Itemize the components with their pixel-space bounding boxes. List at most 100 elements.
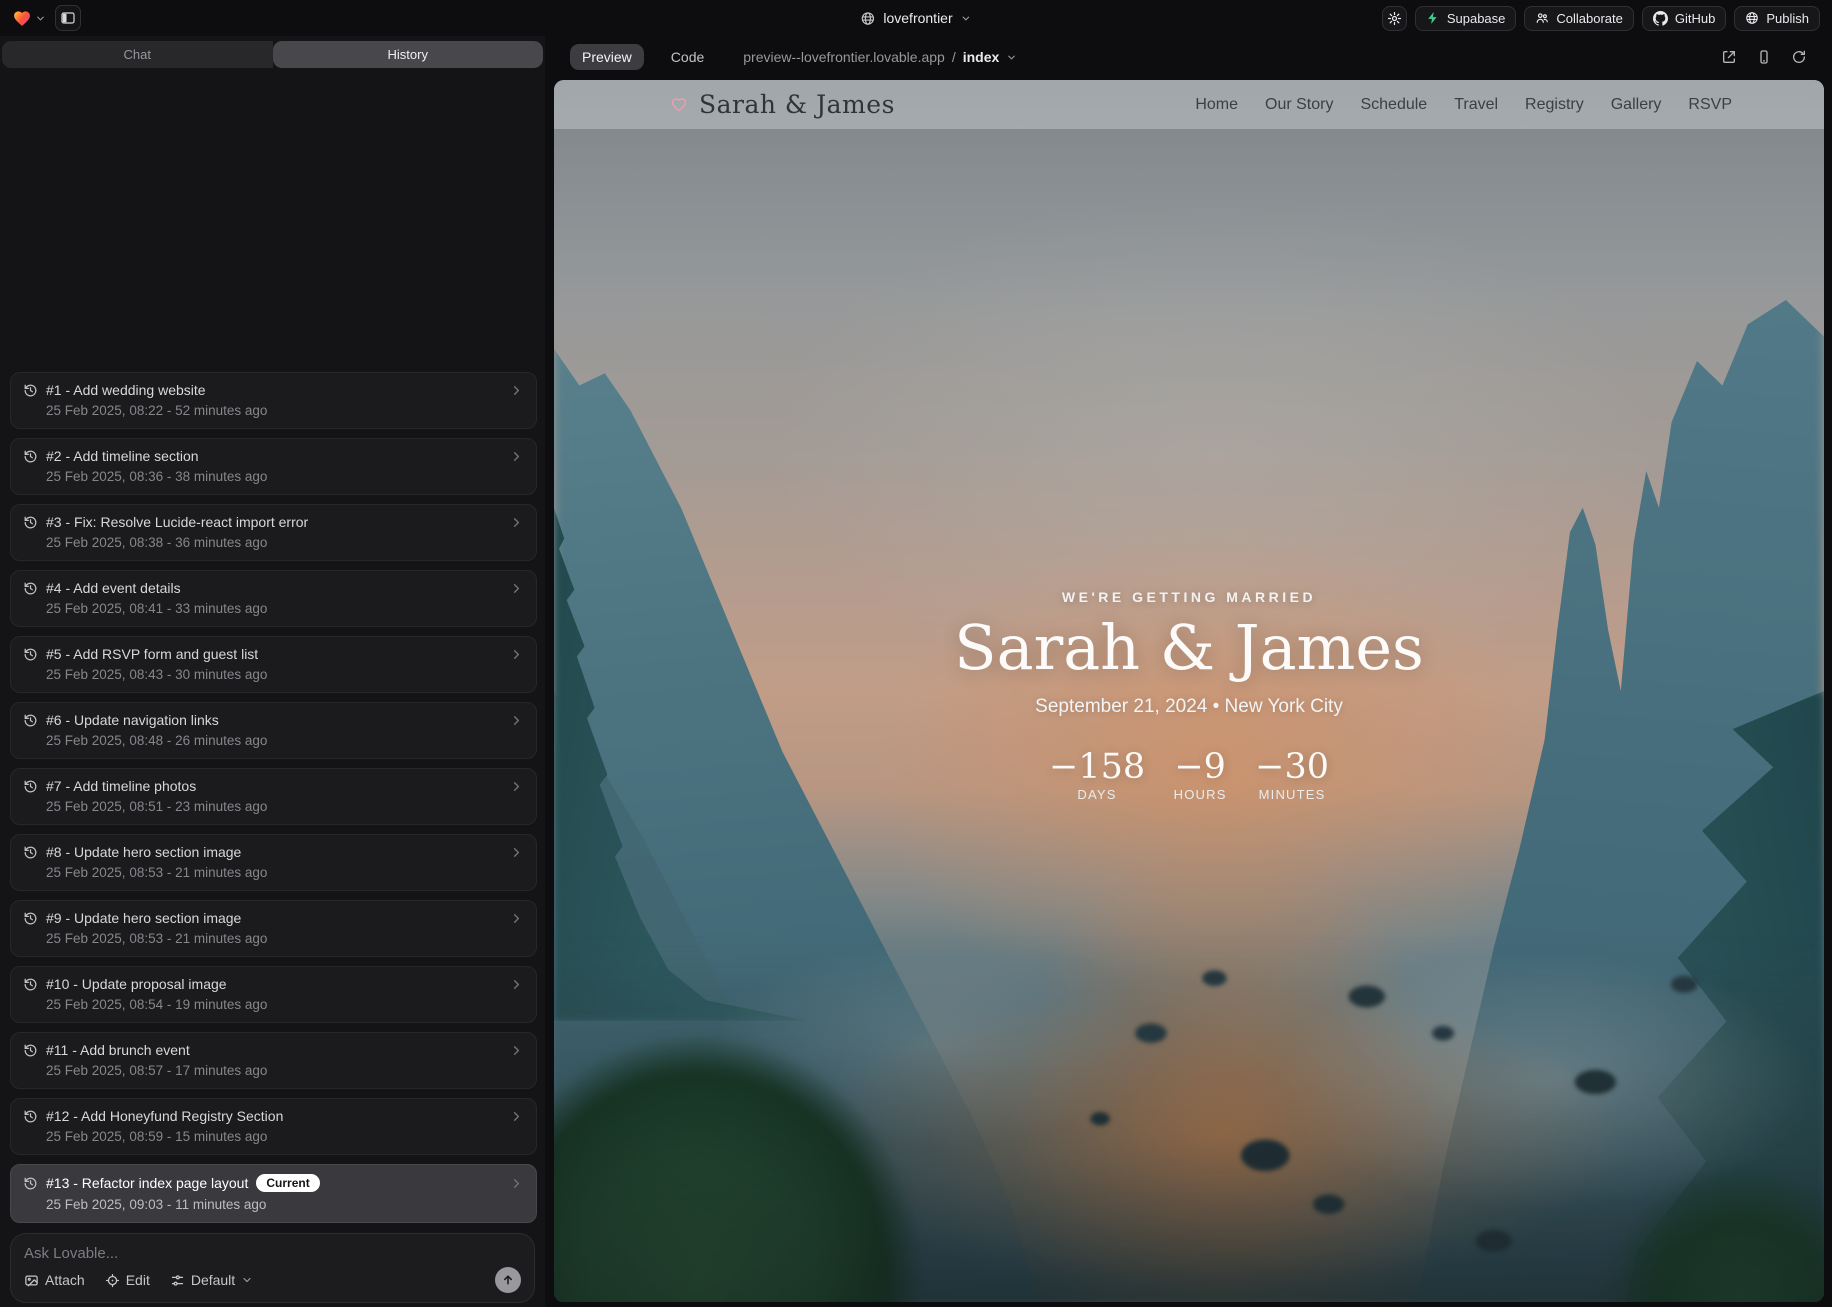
history-item-title: #7 - Add timeline photos <box>46 778 196 794</box>
nav-link-our-story[interactable]: Our Story <box>1265 96 1333 114</box>
site-brand[interactable]: Sarah & James <box>670 90 895 119</box>
history-icon <box>23 977 38 992</box>
chevron-down-icon <box>1006 52 1017 63</box>
nav-link-gallery[interactable]: Gallery <box>1611 96 1662 114</box>
chevron-right-icon[interactable] <box>509 845 524 860</box>
preview-actions <box>1720 48 1808 66</box>
history-item[interactable]: #6 - Update navigation links 25 Feb 2025… <box>10 702 537 759</box>
history-item[interactable]: #9 - Update hero section image 25 Feb 20… <box>10 900 537 957</box>
history-icon <box>23 449 38 464</box>
history-item[interactable]: #2 - Add timeline section 25 Feb 2025, 0… <box>10 438 537 495</box>
mobile-view-button[interactable] <box>1755 48 1773 66</box>
refresh-preview-button[interactable] <box>1790 48 1808 66</box>
nav-link-home[interactable]: Home <box>1195 96 1238 114</box>
history-item-timestamp: 25 Feb 2025, 08:36 - 38 minutes ago <box>46 469 524 484</box>
chat-input[interactable] <box>24 1245 521 1267</box>
preview-url-page: index <box>963 49 1000 65</box>
tab-preview[interactable]: Preview <box>570 44 644 70</box>
chevron-right-icon[interactable] <box>509 779 524 794</box>
hero-subtitle: September 21, 2024 • New York City <box>554 695 1824 719</box>
heart-outline-icon <box>670 96 688 113</box>
chevron-right-icon[interactable] <box>509 1043 524 1058</box>
history-item[interactable]: #7 - Add timeline photos 25 Feb 2025, 08… <box>10 768 537 825</box>
chevron-right-icon[interactable] <box>509 515 524 530</box>
chat-mode-button[interactable]: Default <box>170 1272 253 1288</box>
toggle-sidebar-button[interactable] <box>55 5 81 31</box>
countdown-unit: −30 MINUTES <box>1255 749 1329 802</box>
history-item[interactable]: #8 - Update hero section image 25 Feb 20… <box>10 834 537 891</box>
history-item-timestamp: 25 Feb 2025, 08:57 - 17 minutes ago <box>46 1063 524 1078</box>
globe-icon <box>860 11 875 26</box>
history-item-title: #4 - Add event details <box>46 580 181 596</box>
nav-link-travel[interactable]: Travel <box>1454 96 1498 114</box>
tab-code[interactable]: Code <box>659 44 716 70</box>
history-item-timestamp: 25 Feb 2025, 09:03 - 11 minutes ago <box>46 1197 524 1212</box>
chevron-right-icon[interactable] <box>509 383 524 398</box>
chevron-down-icon <box>241 1274 253 1286</box>
users-icon <box>1535 11 1549 25</box>
github-button[interactable]: GitHub <box>1642 6 1726 31</box>
current-badge: Current <box>256 1174 319 1192</box>
chevron-right-icon[interactable] <box>509 449 524 464</box>
supabase-button[interactable]: Supabase <box>1415 6 1517 31</box>
edit-label: Edit <box>126 1272 150 1288</box>
tab-chat[interactable]: Chat <box>2 41 273 68</box>
globe-icon <box>1745 11 1759 25</box>
chevron-right-icon[interactable] <box>509 977 524 992</box>
chevron-right-icon[interactable] <box>509 1176 524 1191</box>
edit-button[interactable]: Edit <box>105 1272 150 1288</box>
external-link-icon <box>1721 49 1737 65</box>
sliders-icon <box>170 1273 185 1288</box>
publish-label: Publish <box>1766 11 1809 26</box>
settings-button[interactable] <box>1382 6 1407 31</box>
history-item[interactable]: #5 - Add RSVP form and guest list 25 Feb… <box>10 636 537 693</box>
chevron-right-icon[interactable] <box>509 581 524 596</box>
nav-link-registry[interactable]: Registry <box>1525 96 1584 114</box>
history-icon <box>23 515 38 530</box>
preview-url-host: preview--lovefrontier.lovable.app <box>743 49 945 65</box>
send-button[interactable] <box>495 1267 521 1293</box>
attach-button[interactable]: Attach <box>24 1272 85 1288</box>
project-switcher[interactable]: lovefrontier <box>860 10 971 26</box>
publish-button[interactable]: Publish <box>1734 6 1820 31</box>
history-item[interactable]: #4 - Add event details 25 Feb 2025, 08:4… <box>10 570 537 627</box>
history-item[interactable]: #12 - Add Honeyfund Registry Section 25 … <box>10 1098 537 1155</box>
countdown-label: MINUTES <box>1255 787 1329 802</box>
open-in-new-tab-button[interactable] <box>1720 48 1738 66</box>
history-item-timestamp: 25 Feb 2025, 08:22 - 52 minutes ago <box>46 403 524 418</box>
history-icon <box>23 647 38 662</box>
chevron-right-icon[interactable] <box>509 1109 524 1124</box>
countdown-unit: −9HOURS <box>1171 749 1229 802</box>
history-item[interactable]: #3 - Fix: Resolve Lucide-react import er… <box>10 504 537 561</box>
countdown-value: −30 <box>1255 749 1329 785</box>
countdown-label: DAYS <box>1049 787 1145 802</box>
history-item-title: #11 - Add brunch event <box>46 1042 190 1058</box>
chat-mode-label: Default <box>191 1272 235 1288</box>
chat-history-panel: Chat History #1 - Add wedding website 25… <box>0 36 545 1307</box>
nav-link-schedule[interactable]: Schedule <box>1360 96 1427 114</box>
history-item[interactable]: #10 - Update proposal image 25 Feb 2025,… <box>10 966 537 1023</box>
site-nav: Home Our Story Schedule Travel Registry Galle… <box>1195 96 1732 114</box>
lovable-logo-menu[interactable] <box>12 9 46 28</box>
chevron-right-icon[interactable] <box>509 713 524 728</box>
tab-history[interactable]: History <box>273 41 544 68</box>
history-item-timestamp: 25 Feb 2025, 08:48 - 26 minutes ago <box>46 733 524 748</box>
collaborate-label: Collaborate <box>1556 11 1623 26</box>
history-item-title: #9 - Update hero section image <box>46 910 241 926</box>
preview-url[interactable]: preview--lovefrontier.lovable.app / inde… <box>743 49 1017 65</box>
history-item-title: #8 - Update hero section image <box>46 844 241 860</box>
panel-left-icon <box>60 10 76 26</box>
history-item[interactable]: #13 - Refactor index page layout Current… <box>10 1164 537 1223</box>
chevron-right-icon[interactable] <box>509 911 524 926</box>
history-icon <box>23 845 38 860</box>
preview-toolbar: Preview Code preview--lovefrontier.lovab… <box>554 36 1824 78</box>
history-item-title: #5 - Add RSVP form and guest list <box>46 646 258 662</box>
collaborate-button[interactable]: Collaborate <box>1524 6 1634 31</box>
history-item[interactable]: #1 - Add wedding website 25 Feb 2025, 08… <box>10 372 537 429</box>
history-item-timestamp: 25 Feb 2025, 08:53 - 21 minutes ago <box>46 931 524 946</box>
history-icon <box>23 911 38 926</box>
nav-link-rsvp[interactable]: RSVP <box>1688 96 1732 114</box>
chevron-right-icon[interactable] <box>509 647 524 662</box>
image-icon <box>24 1273 39 1288</box>
history-item[interactable]: #11 - Add brunch event 25 Feb 2025, 08:5… <box>10 1032 537 1089</box>
